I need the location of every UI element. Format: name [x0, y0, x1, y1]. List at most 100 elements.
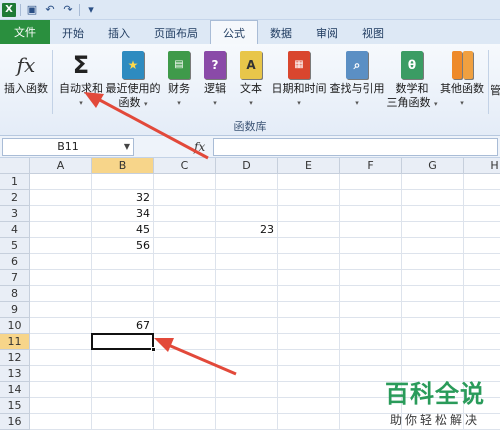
column-header-h[interactable]: H [464, 158, 500, 174]
cell-a9[interactable] [30, 302, 92, 318]
cell-d15[interactable] [216, 398, 278, 414]
fill-handle[interactable] [151, 347, 156, 352]
cell-f10[interactable] [340, 318, 402, 334]
cell-a11[interactable] [30, 334, 92, 350]
row-header-5[interactable]: 5 [0, 238, 30, 254]
financial-button[interactable]: ▤ 财务 ▾ [164, 50, 194, 110]
cell-b3[interactable]: 34 [92, 206, 154, 222]
cell-f1[interactable] [340, 174, 402, 190]
cell-e7[interactable] [278, 270, 340, 286]
tab-formulas[interactable]: 公式 [210, 20, 258, 44]
cell-d7[interactable] [216, 270, 278, 286]
select-all-corner[interactable] [0, 158, 30, 174]
cell-b1[interactable] [92, 174, 154, 190]
cell-h8[interactable] [464, 286, 500, 302]
cell-c12[interactable] [154, 350, 216, 366]
cell-e2[interactable] [278, 190, 340, 206]
cell-d9[interactable] [216, 302, 278, 318]
cell-a4[interactable] [30, 222, 92, 238]
row-header-15[interactable]: 15 [0, 398, 30, 414]
math-trig-button[interactable]: θ 数学和 三角函数 ▾ [386, 50, 438, 111]
row-header-8[interactable]: 8 [0, 286, 30, 302]
cell-f12[interactable] [340, 350, 402, 366]
lookup-button[interactable]: ⌕ 查找与引用 ▾ [328, 50, 386, 110]
cell-a6[interactable] [30, 254, 92, 270]
row-header-13[interactable]: 13 [0, 366, 30, 382]
datetime-button[interactable]: ▦ 日期和时间 ▾ [270, 50, 328, 110]
row-header-1[interactable]: 1 [0, 174, 30, 190]
cell-h1[interactable] [464, 174, 500, 190]
cell-c9[interactable] [154, 302, 216, 318]
more-functions-button[interactable]: 其他函数 ▾ [438, 50, 486, 110]
cell-h4[interactable] [464, 222, 500, 238]
cell-g5[interactable] [402, 238, 464, 254]
tab-insert[interactable]: 插入 [96, 22, 142, 44]
row-header-7[interactable]: 7 [0, 270, 30, 286]
cell-a8[interactable] [30, 286, 92, 302]
cell-a3[interactable] [30, 206, 92, 222]
cell-g2[interactable] [402, 190, 464, 206]
cell-f8[interactable] [340, 286, 402, 302]
cell-c3[interactable] [154, 206, 216, 222]
cell-a5[interactable] [30, 238, 92, 254]
save-icon[interactable]: ▣ [25, 3, 39, 17]
cell-c4[interactable] [154, 222, 216, 238]
cell-e1[interactable] [278, 174, 340, 190]
cell-h9[interactable] [464, 302, 500, 318]
row-header-14[interactable]: 14 [0, 382, 30, 398]
insert-function-button[interactable]: fx 插入函数 [4, 50, 48, 96]
cell-c14[interactable] [154, 382, 216, 398]
cell-d2[interactable] [216, 190, 278, 206]
cell-d11[interactable] [216, 334, 278, 350]
name-manager-button[interactable]: 管 [491, 84, 500, 98]
column-header-c[interactable]: C [154, 158, 216, 174]
cell-d1[interactable] [216, 174, 278, 190]
cell-b6[interactable] [92, 254, 154, 270]
cell-g3[interactable] [402, 206, 464, 222]
tab-page-layout[interactable]: 页面布局 [142, 22, 210, 44]
cell-d4[interactable]: 23 [216, 222, 278, 238]
cell-e6[interactable] [278, 254, 340, 270]
cell-h3[interactable] [464, 206, 500, 222]
cell-a14[interactable] [30, 382, 92, 398]
cell-f2[interactable] [340, 190, 402, 206]
row-header-9[interactable]: 9 [0, 302, 30, 318]
cell-g6[interactable] [402, 254, 464, 270]
cell-f3[interactable] [340, 206, 402, 222]
cell-e15[interactable] [278, 398, 340, 414]
cell-h6[interactable] [464, 254, 500, 270]
cell-g8[interactable] [402, 286, 464, 302]
cell-b2[interactable]: 32 [92, 190, 154, 206]
cell-c2[interactable] [154, 190, 216, 206]
redo-icon[interactable]: ↷ [61, 3, 75, 17]
cell-b15[interactable] [92, 398, 154, 414]
cell-b16[interactable] [92, 414, 154, 430]
cell-c1[interactable] [154, 174, 216, 190]
cell-h2[interactable] [464, 190, 500, 206]
cell-h10[interactable] [464, 318, 500, 334]
cell-a16[interactable] [30, 414, 92, 430]
text-button[interactable]: A 文本 ▾ [236, 50, 266, 110]
cell-h7[interactable] [464, 270, 500, 286]
column-header-e[interactable]: E [278, 158, 340, 174]
row-header-10[interactable]: 10 [0, 318, 30, 334]
cell-d5[interactable] [216, 238, 278, 254]
cell-e14[interactable] [278, 382, 340, 398]
cell-b10[interactable]: 67 [92, 318, 154, 334]
cell-c7[interactable] [154, 270, 216, 286]
cell-b7[interactable] [92, 270, 154, 286]
cell-c8[interactable] [154, 286, 216, 302]
cell-e5[interactable] [278, 238, 340, 254]
formula-input[interactable] [213, 137, 498, 156]
cell-d12[interactable] [216, 350, 278, 366]
column-header-a[interactable]: A [30, 158, 92, 174]
cell-e3[interactable] [278, 206, 340, 222]
cell-f9[interactable] [340, 302, 402, 318]
cell-c15[interactable] [154, 398, 216, 414]
cell-c13[interactable] [154, 366, 216, 382]
cell-d13[interactable] [216, 366, 278, 382]
cell-f5[interactable] [340, 238, 402, 254]
cell-b12[interactable] [92, 350, 154, 366]
cell-a15[interactable] [30, 398, 92, 414]
row-header-6[interactable]: 6 [0, 254, 30, 270]
